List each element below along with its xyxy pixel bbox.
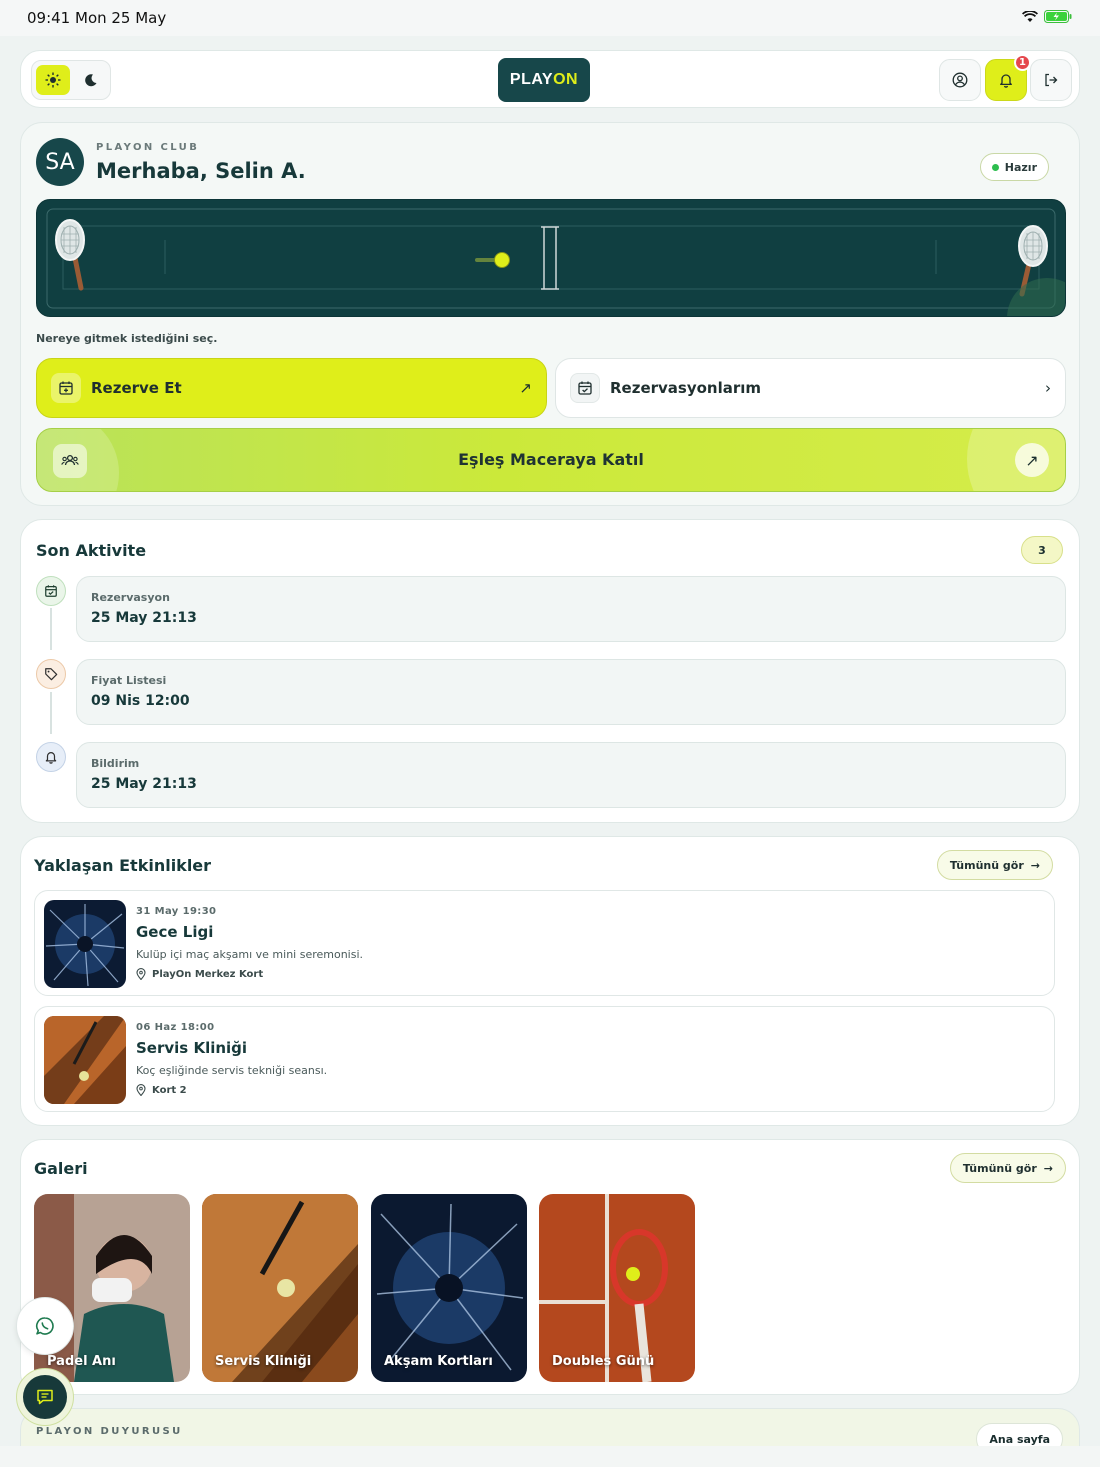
event-card[interactable]: 31 May 19:30 Gece Ligi Kulüp içi maç akş… [34, 890, 1055, 996]
section-title: Galeri [34, 1159, 88, 1178]
user-circle-icon [952, 72, 968, 88]
arrow-up-right-icon: ↗ [519, 379, 532, 397]
whatsapp-icon [35, 1317, 54, 1335]
recent-activity-card: Son Aktivite 3 Rezervasyon 25 May 21:13 … [20, 519, 1080, 823]
logout-button[interactable] [1030, 59, 1072, 101]
event-image [44, 900, 126, 988]
light-mode-button[interactable] [36, 65, 70, 95]
reserve-label: Rezerve Et [91, 379, 182, 397]
club-label: PLAYON CLUB [96, 142, 200, 153]
activity-item[interactable]: Fiyat Listesi 09 Nis 12:00 [76, 659, 1066, 725]
calendar-plus-icon [51, 373, 81, 403]
gallery-tile[interactable]: Padel Anı [34, 1194, 190, 1382]
status-badge: Hazır [979, 153, 1049, 181]
wifi-icon [1022, 10, 1038, 22]
my-reservations-label: Rezervasyonlarım [610, 379, 762, 397]
greeting: Merhaba, Selin A. [96, 159, 306, 183]
racket-left-icon [55, 219, 85, 291]
arrow-up-right-icon: ↗ [1015, 443, 1049, 477]
ball-icon [494, 252, 510, 268]
match-label: Eşleş Maceraya Katıl [458, 450, 644, 469]
court-illustration [36, 199, 1066, 317]
dark-mode-button[interactable] [74, 65, 108, 95]
my-reservations-button[interactable]: Rezervasyonlarım › [555, 358, 1066, 418]
gallery-tile[interactable]: Doubles Günü [539, 1194, 695, 1382]
top-bar: PLAY ON 1 [20, 50, 1080, 108]
logout-icon [1045, 73, 1058, 87]
status-dot [991, 163, 999, 171]
activity-item[interactable]: Rezervasyon 25 May 21:13 [76, 576, 1066, 642]
announcement-label: PLAYON DUYURUSU [36, 1426, 183, 1437]
gallery-tile[interactable]: Akşam Kortları [371, 1194, 527, 1382]
bell-icon [36, 742, 66, 772]
calendar-check-icon [36, 576, 66, 606]
net-icon [541, 226, 559, 290]
status-time: 09:41 Mon 25 May [27, 9, 167, 27]
upcoming-events-card: Yaklaşan Etkinlikler Tümünü gör → 31 May … [20, 836, 1080, 1126]
gallery-card: Galeri Tümünü gör → Padel Anı Servis Klin… [20, 1139, 1080, 1395]
event-image [44, 1016, 126, 1104]
section-title: Yaklaşan Etkinlikler [34, 856, 212, 875]
gallery-tile[interactable]: Servis Kliniği [202, 1194, 358, 1382]
chat-button[interactable] [16, 1368, 74, 1426]
calendar-check-icon [570, 373, 600, 403]
playon-logo[interactable]: PLAY ON [498, 58, 590, 102]
moon-icon [85, 74, 97, 87]
see-all-gallery-button[interactable]: Tümünü gör → [949, 1153, 1066, 1183]
match-adventure-button[interactable]: Eşleş Maceraya Katıl ↗ [36, 428, 1066, 492]
reserve-button[interactable]: Rezerve Et ↗ [36, 358, 547, 418]
activity-item[interactable]: Bildirim 25 May 21:13 [76, 742, 1066, 808]
arrow-right-icon: → [1043, 1161, 1053, 1175]
sun-icon [45, 72, 61, 88]
profile-button[interactable] [939, 59, 981, 101]
activity-count-badge: 3 [1021, 536, 1063, 564]
avatar[interactable]: SA [36, 138, 84, 186]
whatsapp-button[interactable] [16, 1297, 74, 1355]
tag-icon [36, 659, 66, 689]
notification-badge: 1 [1014, 54, 1031, 71]
theme-toggle[interactable] [31, 60, 111, 100]
hero-card: SA PLAYON CLUB Merhaba, Selin A. Hazır N… [20, 122, 1080, 506]
chevron-right-icon: › [1045, 379, 1051, 397]
status-bar: 09:41 Mon 25 May [0, 0, 1100, 36]
arrow-right-icon: → [1030, 858, 1040, 872]
map-pin-icon [136, 1084, 146, 1096]
see-all-events-button[interactable]: Tümünü gör → [936, 850, 1053, 880]
chat-icon [37, 1389, 53, 1405]
section-title: Son Aktivite [36, 541, 147, 560]
bell-icon [1000, 74, 1012, 88]
notifications-button[interactable]: 1 [985, 54, 1031, 101]
battery-icon [1044, 10, 1072, 23]
map-pin-icon [136, 968, 146, 980]
event-card[interactable]: 06 Haz 18:00 Servis Kliniği Koç eşliğind… [34, 1006, 1055, 1112]
navigation-hint: Nereye gitmek istediğini seç. [36, 332, 218, 345]
